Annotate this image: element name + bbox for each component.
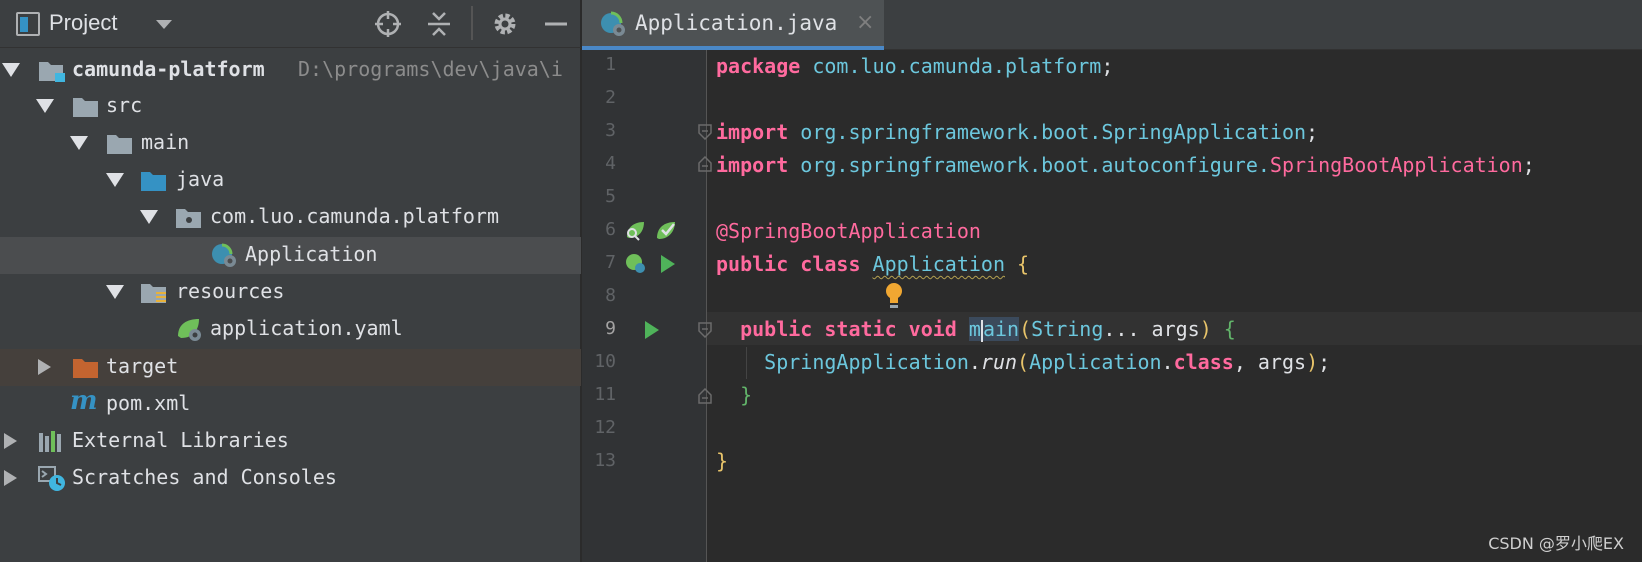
- project-toolwindow-header: Project: [0, 0, 581, 48]
- collapse-arrow-icon[interactable]: [38, 359, 51, 375]
- watermark: CSDN @罗小爬EX: [1488, 534, 1624, 553]
- run-main-icon[interactable]: [645, 321, 659, 339]
- code-editor[interactable]: Application.java × 1 2 3 4 5 6 7 8 9 10 …: [582, 0, 1642, 562]
- tree-item-java[interactable]: java: [0, 162, 581, 199]
- fold-marker-icon[interactable]: [698, 124, 712, 140]
- close-icon[interactable]: ×: [856, 10, 874, 35]
- fold-marker-icon[interactable]: [698, 322, 712, 338]
- scratches-icon: [38, 466, 65, 491]
- fold-end-marker-icon[interactable]: [698, 388, 712, 404]
- line-number: 11: [594, 384, 616, 405]
- expand-arrow-icon[interactable]: [106, 173, 124, 187]
- line-number: 12: [594, 417, 616, 438]
- chevron-down-icon[interactable]: [156, 20, 172, 29]
- spring-boot-class-icon: [212, 243, 236, 267]
- resources-folder-icon: [141, 284, 166, 303]
- collapse-all-icon[interactable]: [425, 10, 453, 38]
- code-line-7[interactable]: public class Application {: [716, 248, 1029, 281]
- toolbar-divider: [471, 6, 473, 40]
- code-line-10[interactable]: SpringApplication.run(Application.class,…: [716, 346, 1330, 379]
- code-line-11[interactable]: }: [716, 379, 752, 412]
- code-line-9[interactable]: public static void m ain(String... args) …: [716, 313, 1236, 346]
- run-class-icon[interactable]: [661, 255, 675, 273]
- project-panel: Project camunda-platform D:\programs\dev…: [0, 0, 581, 562]
- project-window-icon: [16, 12, 40, 36]
- line-number: 3: [605, 120, 616, 141]
- spring-check-icon[interactable]: [655, 219, 677, 241]
- tree-item-camunda-platform[interactable]: camunda-platform D:\programs\dev\java\i: [0, 52, 581, 89]
- spring-config-file-icon: [178, 319, 201, 341]
- minimize-icon[interactable]: [542, 10, 570, 38]
- line-number: 13: [594, 450, 616, 471]
- code-line-13[interactable]: }: [716, 445, 728, 478]
- library-icon: [39, 431, 61, 452]
- tree-item-application-yaml[interactable]: application.yaml: [0, 311, 581, 348]
- line-number: 5: [605, 186, 616, 207]
- line-number: 1: [605, 54, 616, 75]
- maven-icon: m: [70, 386, 98, 416]
- tree-item-resources[interactable]: resources: [0, 274, 581, 311]
- expand-arrow-icon[interactable]: [70, 136, 88, 150]
- tree-item-src[interactable]: src: [0, 88, 581, 125]
- editor-tab-bar: Application.java ×: [582, 0, 1642, 50]
- tab-application-java[interactable]: Application.java ×: [582, 0, 884, 50]
- project-view-selector[interactable]: Project: [49, 10, 117, 36]
- tree-item-package[interactable]: com.luo.camunda.platform: [0, 199, 581, 236]
- line-number: 9: [605, 318, 616, 339]
- expand-arrow-icon[interactable]: [2, 63, 20, 77]
- code-line-6[interactable]: @SpringBootApplication: [716, 215, 981, 248]
- tree-item-main[interactable]: main: [0, 125, 581, 162]
- lightbulb-intention-icon[interactable]: [884, 282, 904, 312]
- line-number: 4: [605, 153, 616, 174]
- collapse-arrow-icon[interactable]: [4, 433, 17, 449]
- code-line-1[interactable]: package com.luo.camunda.platform;: [716, 50, 1113, 83]
- line-number: 7: [605, 252, 616, 273]
- collapse-arrow-icon[interactable]: [4, 470, 17, 486]
- expand-arrow-icon[interactable]: [36, 99, 54, 113]
- expand-arrow-icon[interactable]: [106, 285, 124, 299]
- excluded-folder-icon: [73, 359, 98, 378]
- package-icon: [176, 209, 201, 228]
- tree-item-pom-xml[interactable]: m pom.xml: [0, 386, 581, 423]
- spring-bean-search-icon[interactable]: [624, 219, 646, 241]
- module-folder-icon: [39, 62, 65, 82]
- expand-arrow-icon[interactable]: [140, 210, 158, 224]
- tree-item-scratches[interactable]: Scratches and Consoles: [0, 460, 581, 497]
- source-folder-icon: [141, 172, 166, 191]
- line-number: 8: [605, 285, 616, 306]
- tree-item-external-libraries[interactable]: External Libraries: [0, 423, 581, 460]
- tree-item-target[interactable]: target: [0, 349, 581, 386]
- spring-boot-class-icon: [601, 11, 625, 36]
- tree-item-application[interactable]: Application: [0, 237, 581, 274]
- locate-target-icon[interactable]: [374, 10, 402, 38]
- spring-boot-app-icon[interactable]: [624, 252, 646, 274]
- gear-icon[interactable]: [491, 10, 519, 38]
- code-line-4[interactable]: import org.springframework.boot.autoconf…: [716, 149, 1535, 182]
- line-number: 6: [605, 219, 616, 240]
- fold-end-marker-icon[interactable]: [698, 156, 712, 172]
- folder-icon: [107, 135, 132, 154]
- code-line-3[interactable]: import org.springframework.boot.SpringAp…: [716, 116, 1318, 149]
- line-number: 10: [594, 351, 616, 372]
- line-number: 2: [605, 87, 616, 108]
- folder-icon: [73, 98, 98, 117]
